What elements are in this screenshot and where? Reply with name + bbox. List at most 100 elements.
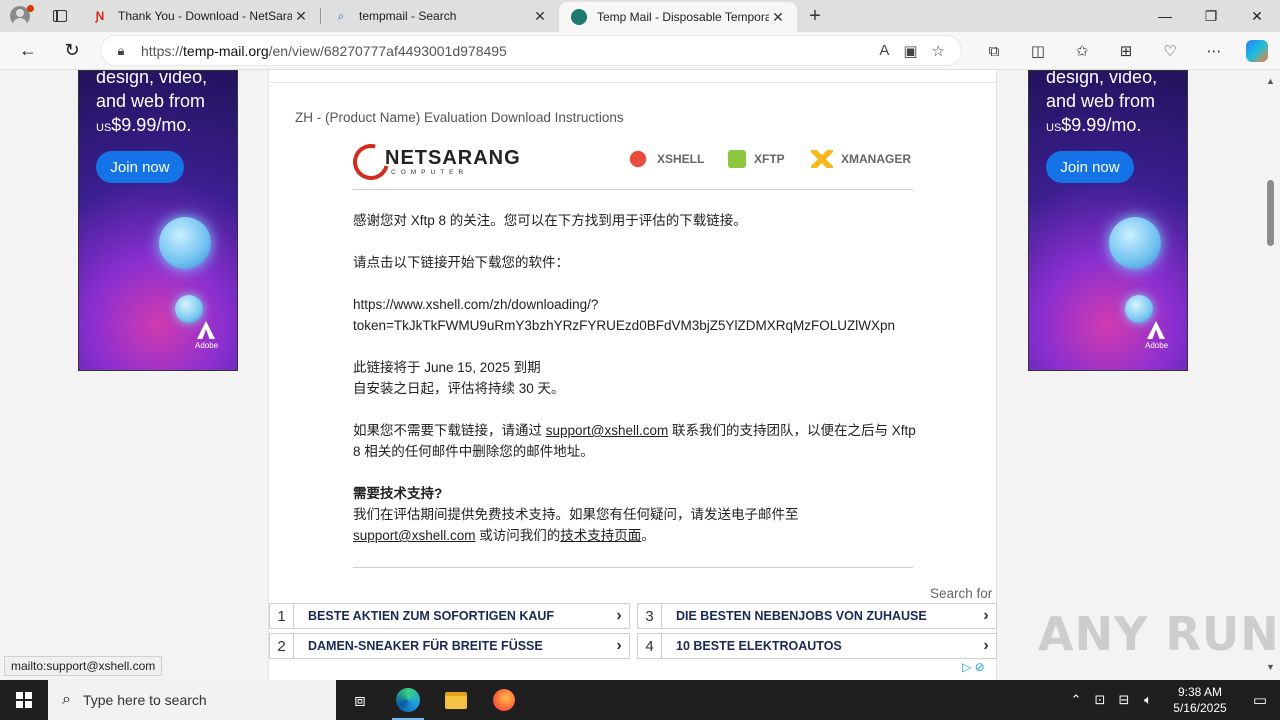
task-view-icon: ⧈ xyxy=(354,689,366,710)
restore-button[interactable]: ❐ xyxy=(1188,0,1234,32)
network-icon[interactable]: ⊟ xyxy=(1112,692,1136,708)
volume-icon[interactable]: 🔈︎ xyxy=(1136,692,1160,708)
netsarang-subtitle: COMPUTER xyxy=(391,169,469,176)
back-button[interactable]: ← xyxy=(10,35,46,67)
search-ad-link[interactable]: 2 DAMEN-SNEAKER FÜR BREITE FÜSSE › xyxy=(269,633,630,659)
support-email-link[interactable]: support@xshell.com xyxy=(353,528,476,543)
windows-taskbar: ⌕ Type here to search ⧈ ⌃ ⊡ ⊟ 🔈︎ 9:38 AM… xyxy=(0,680,1280,720)
scroll-up-icon[interactable]: ▲ xyxy=(1266,76,1275,86)
ad-headline: design, video, and web from US$9.99/mo. xyxy=(96,70,208,135)
minimize-button[interactable]: — xyxy=(1142,0,1188,32)
xmanager-logo: XMANAGER xyxy=(811,150,911,168)
xshell-icon xyxy=(627,150,649,168)
firefox-icon xyxy=(493,689,515,711)
join-now-button[interactable]: Join now xyxy=(96,151,184,183)
netsarang-mark-icon xyxy=(353,140,383,176)
support-email-link[interactable]: support@xshell.com xyxy=(546,423,669,438)
page-scrollbar[interactable]: ▲ ▼ xyxy=(1262,70,1280,680)
email-header-logos: NETSARANG COMPUTER XSHELL XFTP XMANAGER xyxy=(353,138,913,190)
notification-icon[interactable]: ▭ xyxy=(1240,691,1280,709)
tab-netsarang[interactable]: Ɲ Thank You - Download - NetSarang ✕ xyxy=(80,0,320,32)
tab-actions-button[interactable] xyxy=(40,0,80,32)
search-icon: ⌕ xyxy=(62,691,71,708)
support-page-link[interactable]: 技术支持页面 xyxy=(560,528,641,543)
email-body: 感谢您对 Xftp 8 的关注。您可以在下方找到用于评估的下载链接。 请点击以下… xyxy=(353,210,923,546)
refresh-button[interactable]: ↻ xyxy=(54,35,90,67)
close-tab-icon[interactable]: ✕ xyxy=(769,9,787,26)
favorite-star-icon[interactable]: ☆ xyxy=(932,42,945,60)
planet-graphic xyxy=(1125,295,1153,323)
immersive-reader-icon[interactable]: ▣ xyxy=(903,42,917,60)
tempmail-icon xyxy=(571,9,587,25)
email-subject: ZH - (Product Name) Evaluation Download … xyxy=(295,110,624,125)
planet-graphic xyxy=(175,295,203,323)
adobe-logo-icon: Adobe xyxy=(195,321,218,351)
read-aloud-icon[interactable]: A xyxy=(879,42,889,60)
planet-graphic xyxy=(159,217,211,269)
url-text[interactable]: https://temp-mail.org/en/view/68270777af… xyxy=(141,43,879,59)
navigation-bar: ← ↻ 🔒︎ https://temp-mail.org/en/view/682… xyxy=(0,32,1280,70)
xftp-icon xyxy=(728,150,746,168)
scrollbar-thumb[interactable] xyxy=(1267,180,1274,246)
anyrun-watermark: ANY RUN xyxy=(1038,607,1280,661)
task-view-button[interactable]: ⧈ xyxy=(336,680,384,720)
tab-title: tempmail - Search xyxy=(359,9,457,23)
expiry-paragraph: 此链接将于 June 15, 2025 到期 自安装之日起，评估将持续 30 天。 xyxy=(353,360,565,396)
profile-button[interactable] xyxy=(0,0,40,32)
edge-icon xyxy=(396,688,420,712)
netsarang-wordmark: NETSARANG xyxy=(385,147,521,169)
chevron-right-icon: › xyxy=(983,637,989,654)
taskbar-edge[interactable] xyxy=(384,680,432,720)
close-window-button[interactable]: ✕ xyxy=(1234,0,1280,32)
chevron-up-icon[interactable]: ⌃ xyxy=(1064,692,1088,708)
support-heading: 需要技术支持? xyxy=(353,486,443,501)
taskbar-firefox[interactable] xyxy=(480,680,528,720)
download-link[interactable]: https://www.xshell.com/zh/downloading/? t… xyxy=(353,294,923,336)
join-now-button[interactable]: Join now xyxy=(1046,151,1134,183)
adobe-ad-left[interactable]: design, video, and web from US$9.99/mo. J… xyxy=(78,70,238,371)
search-ad-link[interactable]: 1 BESTE AKTIEN ZUM SOFORTIGEN KAUF › xyxy=(269,603,630,629)
split-screen-icon[interactable]: ◫ xyxy=(1020,35,1056,67)
new-tab-button[interactable]: + xyxy=(797,0,833,32)
tab-strip: Ɲ Thank You - Download - NetSarang ✕ ⌕ t… xyxy=(0,0,1280,32)
close-tab-icon[interactable]: ✕ xyxy=(292,8,310,25)
address-bar[interactable]: 🔒︎ https://temp-mail.org/en/view/6827077… xyxy=(100,35,962,66)
notification-dot xyxy=(27,5,34,12)
divider xyxy=(269,82,998,83)
clock[interactable]: 9:38 AM 5/16/2025 xyxy=(1160,684,1240,716)
system-tray: ⌃ ⊡ ⊟ 🔈︎ 9:38 AM 5/16/2025 ▭ xyxy=(1064,680,1280,720)
search-ad-link[interactable]: 3 DIE BESTEN NEBENJOBS VON ZUHAUSE › xyxy=(637,603,997,629)
search-ads-label: Search for xyxy=(930,586,993,601)
netsarang-icon: Ɲ xyxy=(95,9,105,23)
taskbar-file-explorer[interactable] xyxy=(432,680,480,720)
chevron-right-icon: › xyxy=(616,607,622,624)
xmanager-icon xyxy=(811,150,833,168)
netsarang-logo: NETSARANG COMPUTER xyxy=(353,140,521,176)
copilot-icon[interactable] xyxy=(1246,40,1268,62)
planet-graphic xyxy=(1109,217,1161,269)
tab-title: Thank You - Download - NetSarang xyxy=(118,9,292,23)
collections-icon[interactable]: ⊞ xyxy=(1108,35,1144,67)
instruction-paragraph: 请点击以下链接开始下载您的软件： xyxy=(353,255,569,270)
close-tab-icon[interactable]: ✕ xyxy=(531,8,549,25)
favorites-icon[interactable]: ✩ xyxy=(1064,35,1100,67)
start-button[interactable] xyxy=(0,680,48,720)
lock-icon[interactable]: 🔒︎ xyxy=(101,43,141,59)
search-placeholder: Type here to search xyxy=(82,692,207,708)
adobe-logo-icon: Adobe xyxy=(1145,321,1168,351)
search-ad-link[interactable]: 4 10 BESTE ELEKTROAUTOS › xyxy=(637,633,997,659)
browser-essentials-icon[interactable]: ♡ xyxy=(1152,35,1188,67)
scroll-down-icon[interactable]: ▼ xyxy=(1266,662,1275,672)
more-menu-icon[interactable]: ⋯ xyxy=(1196,35,1232,67)
search-icon: ⌕ xyxy=(337,8,345,23)
adchoices-icon[interactable]: ▷ ⊘ xyxy=(962,660,985,674)
device-icon[interactable]: ⊡ xyxy=(1088,692,1112,708)
email-view: ZH - (Product Name) Evaluation Download … xyxy=(268,70,998,680)
tab-search[interactable]: ⌕ tempmail - Search ✕ xyxy=(321,0,559,32)
adobe-ad-right[interactable]: design, video, and web from US$9.99/mo. J… xyxy=(1028,70,1188,371)
chevron-right-icon: › xyxy=(983,607,989,624)
tab-tempmail[interactable]: Temp Mail - Disposable Temporary ✕ xyxy=(559,2,797,32)
xshell-logo: XSHELL xyxy=(627,150,704,168)
extensions-icon[interactable]: ⧉ xyxy=(976,35,1012,67)
taskbar-search-box[interactable]: ⌕ Type here to search xyxy=(48,680,336,720)
